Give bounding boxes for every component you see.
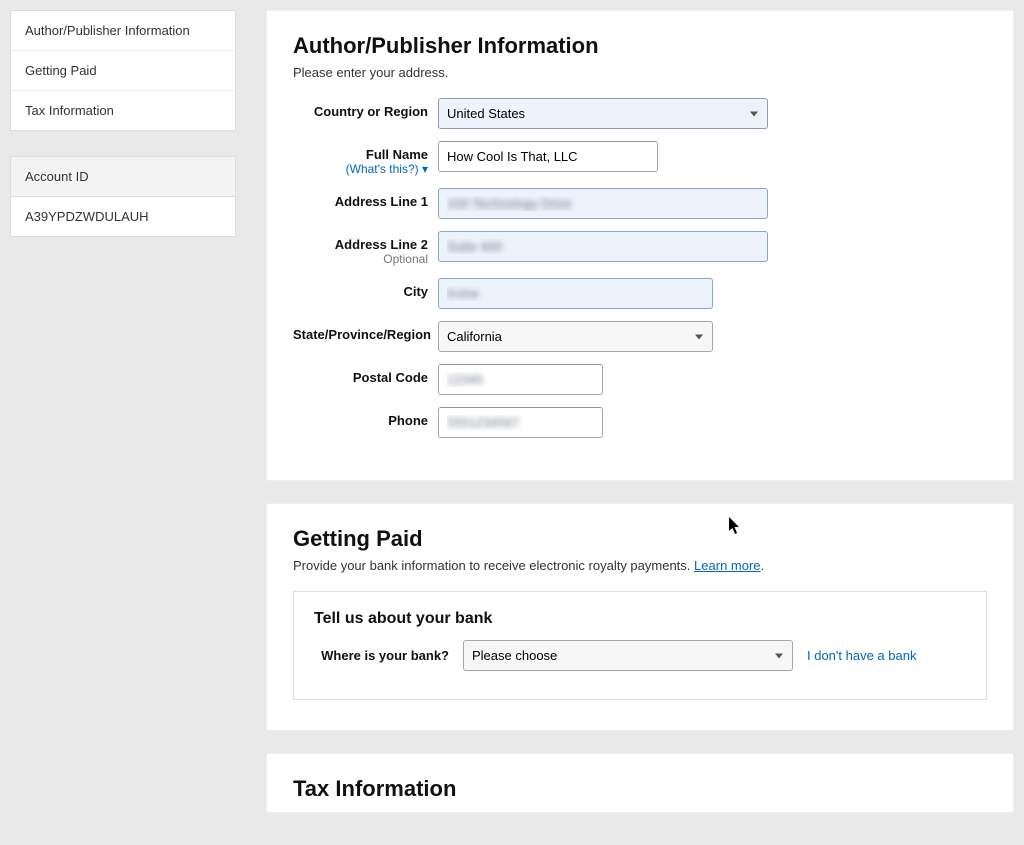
address1-input[interactable] [438,188,768,219]
address1-label: Address Line 1 [293,188,438,209]
state-label: State/Province/Region [293,321,438,342]
no-bank-link[interactable]: I don't have a bank [807,648,916,663]
country-label: Country or Region [293,98,438,119]
optional-label: Optional [293,252,428,266]
address2-input[interactable] [438,231,768,262]
learn-more-link[interactable]: Learn more [694,558,760,573]
full-name-input[interactable] [438,141,658,172]
country-select[interactable]: United States [438,98,768,129]
address2-label: Address Line 2 [335,237,428,252]
author-publisher-title: Author/Publisher Information [293,33,987,59]
bank-heading: Tell us about your bank [314,610,966,628]
account-id-label: Account ID [11,157,235,197]
getting-paid-subtitle: Provide your bank information to receive… [293,558,987,573]
sidebar-account: Account ID A39YPDZWDULAUH [10,156,236,237]
city-label: City [293,278,438,299]
phone-label: Phone [293,407,438,428]
getting-paid-panel: Getting Paid Provide your bank informati… [266,503,1014,731]
account-id-value: A39YPDZWDULAUH [11,197,235,236]
author-publisher-subtitle: Please enter your address. [293,65,987,80]
sidebar-item-getting-paid[interactable]: Getting Paid [11,51,235,91]
sidebar-item-tax-information[interactable]: Tax Information [11,91,235,130]
getting-paid-title: Getting Paid [293,526,987,552]
phone-input[interactable] [438,407,603,438]
tax-information-panel: Tax Information [266,753,1014,813]
author-publisher-panel: Author/Publisher Information Please ente… [266,10,1014,481]
where-bank-label: Where is your bank? [314,648,449,663]
chevron-down-icon: ▾ [422,162,428,176]
full-name-label: Full Name [366,147,428,162]
sidebar-item-author-publisher[interactable]: Author/Publisher Information [11,11,235,51]
postal-label: Postal Code [293,364,438,385]
sidebar-nav: Author/Publisher Information Getting Pai… [10,10,236,131]
bank-location-select[interactable]: Please choose [463,640,793,671]
city-input[interactable] [438,278,713,309]
tax-information-title: Tax Information [293,776,987,802]
postal-input[interactable] [438,364,603,395]
state-select[interactable]: California [438,321,713,352]
whats-this-link[interactable]: (What's this?) ▾ [293,162,428,176]
